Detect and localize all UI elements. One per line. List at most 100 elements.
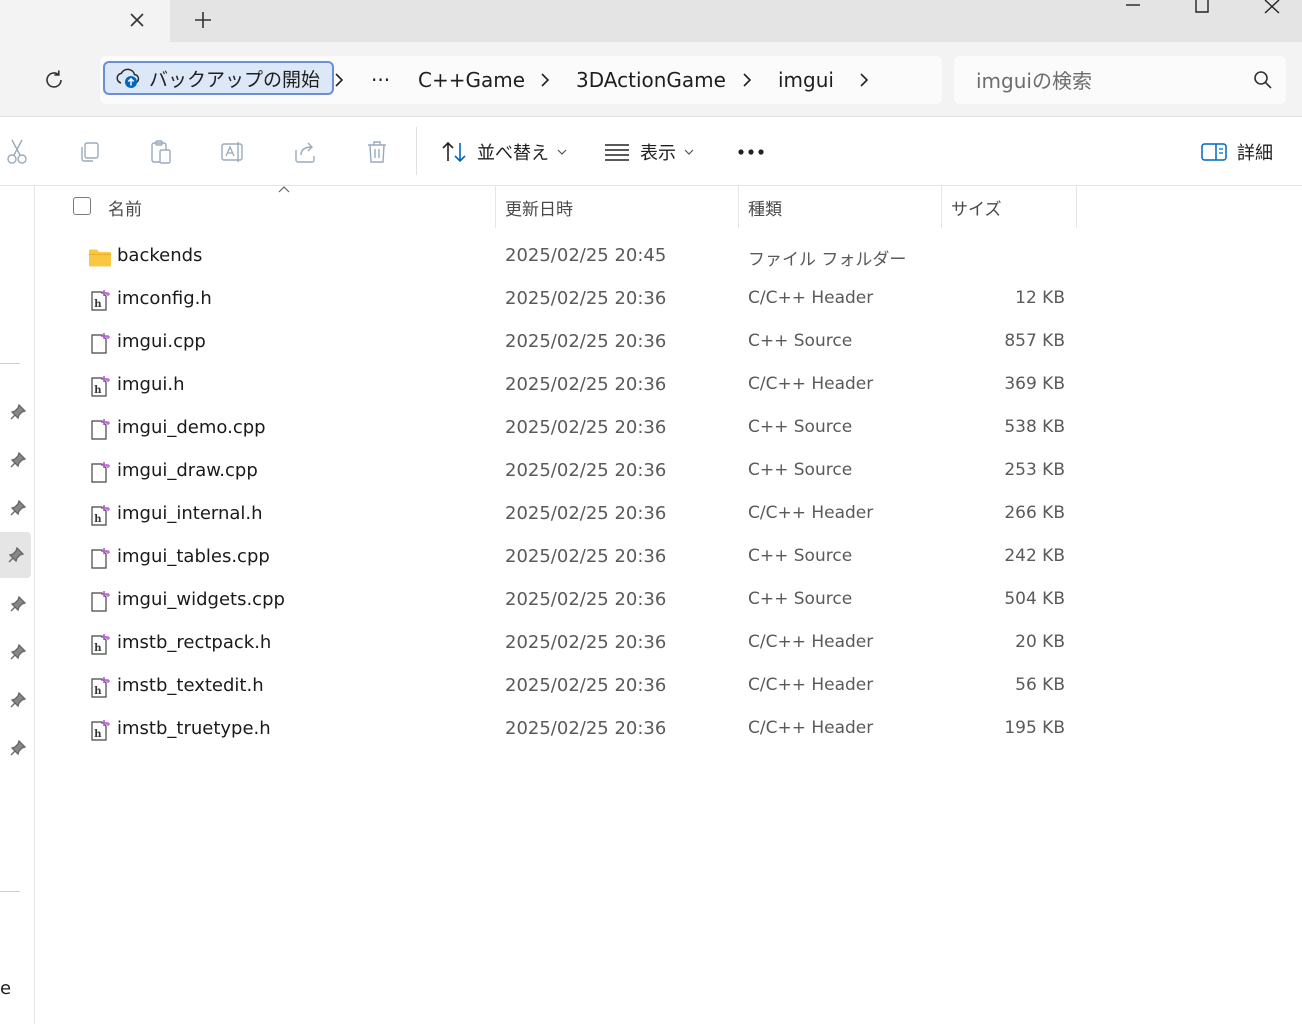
breadcrumb-item-imgui[interactable]: imgui <box>778 66 834 94</box>
file-row[interactable]: imgui_tables.cpp 2025/02/25 20:36 C++ Sour… <box>36 537 1286 580</box>
chevron-right-icon <box>743 73 752 87</box>
file-type: C++ Source <box>748 460 853 480</box>
file-type: C++ Source <box>748 331 853 351</box>
file-row[interactable]: h imstb_textedit.h 2025/02/25 20:36 C/C++ H… <box>36 666 1286 709</box>
chevron-down-icon <box>684 149 694 155</box>
maximize-button[interactable] <box>1172 0 1232 16</box>
address-row: バックアップの開始 ··· C++Game 3DActionGame imgui <box>0 42 1302 117</box>
nav-item-pinned[interactable] <box>8 450 28 470</box>
file-row[interactable]: imgui_widgets.cpp 2025/02/25 20:36 C++ Sou… <box>36 580 1286 623</box>
close-window-button[interactable] <box>1242 0 1302 16</box>
file-size: 20 KB <box>1015 632 1065 652</box>
explorer-tab[interactable] <box>0 0 170 42</box>
file-row[interactable]: backends 2025/02/25 20:45 ファイル フォルダー <box>36 236 1286 279</box>
cut-button[interactable] <box>3 138 31 166</box>
sort-label: 並べ替え <box>477 143 549 164</box>
file-type: C/C++ Header <box>748 632 874 652</box>
nav-item-pinned[interactable] <box>8 642 28 662</box>
search-input[interactable] <box>974 66 1238 96</box>
refresh-button[interactable] <box>38 64 70 96</box>
breadcrumb-item-3dactiongame[interactable]: 3DActionGame <box>576 66 726 94</box>
details-pane-icon <box>1201 143 1227 161</box>
view-button[interactable]: 表示 <box>604 135 694 169</box>
source-file-icon <box>88 590 112 614</box>
file-row[interactable]: imgui.cpp 2025/02/25 20:36 C++ Source 857 K… <box>36 322 1286 365</box>
refresh-icon <box>46 70 62 88</box>
file-date: 2025/02/25 20:36 <box>505 417 667 438</box>
file-name: imstb_textedit.h <box>117 675 264 696</box>
view-label: 表示 <box>640 143 676 164</box>
details-pane-button[interactable]: 詳細 <box>1201 135 1273 169</box>
file-name: imstb_rectpack.h <box>117 632 272 653</box>
file-row[interactable]: imgui_draw.cpp 2025/02/25 20:36 C++ Source… <box>36 451 1286 494</box>
column-header-size[interactable]: サイズ <box>951 186 1002 228</box>
nav-item-label-truncated[interactable]: e <box>0 978 11 999</box>
share-icon <box>295 142 315 163</box>
source-file-icon <box>88 461 112 485</box>
nav-divider <box>0 363 20 364</box>
rename-button[interactable] <box>219 138 247 166</box>
pin-icon <box>10 500 26 516</box>
search-icon[interactable] <box>1252 69 1274 91</box>
breadcrumb-overflow[interactable]: ··· <box>371 66 390 94</box>
breadcrumb-chevron[interactable] <box>737 70 757 90</box>
share-button[interactable] <box>291 138 319 166</box>
file-name: imstb_truetype.h <box>117 718 271 739</box>
pin-icon <box>8 547 24 563</box>
rename-icon <box>221 142 243 162</box>
breadcrumb-chevron[interactable] <box>854 70 874 90</box>
delete-button[interactable] <box>363 138 391 166</box>
plus-icon <box>195 12 211 28</box>
nav-item-selected[interactable] <box>0 532 31 578</box>
file-type: C++ Source <box>748 589 853 609</box>
tab-close-button[interactable] <box>122 5 152 35</box>
sort-icon <box>442 141 466 163</box>
search-box[interactable] <box>954 56 1286 104</box>
file-date: 2025/02/25 20:36 <box>505 632 667 653</box>
nav-item-pinned[interactable] <box>8 498 28 518</box>
nav-item-pinned[interactable] <box>8 690 28 710</box>
column-header-type[interactable]: 種類 <box>748 186 782 228</box>
new-tab-button[interactable] <box>186 5 220 35</box>
file-row[interactable]: h imgui.h 2025/02/25 20:36 C/C++ Header 369 … <box>36 365 1286 408</box>
select-all-checkbox[interactable] <box>73 197 91 215</box>
svg-text:h: h <box>94 686 102 697</box>
more-options-button[interactable] <box>737 135 765 169</box>
file-date: 2025/02/25 20:36 <box>505 374 667 395</box>
backup-start-button[interactable]: バックアップの開始 <box>103 61 335 95</box>
file-row[interactable]: h imconfig.h 2025/02/25 20:36 C/C++ Header 1… <box>36 279 1286 322</box>
copy-button[interactable] <box>75 138 103 166</box>
file-size: 242 KB <box>1004 546 1065 566</box>
sort-button[interactable]: 並べ替え <box>441 135 567 169</box>
column-separator[interactable] <box>495 186 496 228</box>
paste-icon <box>151 140 171 164</box>
paste-button[interactable] <box>147 138 175 166</box>
nav-item-pinned[interactable] <box>8 594 28 614</box>
file-row[interactable]: imgui_demo.cpp 2025/02/25 20:36 C++ Source… <box>36 408 1286 451</box>
breadcrumb-chevron[interactable] <box>329 70 349 90</box>
more-icon <box>738 149 764 155</box>
file-date: 2025/02/25 20:36 <box>505 503 667 524</box>
nav-item-pinned[interactable] <box>8 402 28 422</box>
address-bar[interactable]: バックアップの開始 ··· C++Game 3DActionGame imgui <box>100 56 942 104</box>
breadcrumb-chevron[interactable] <box>535 70 555 90</box>
column-separator[interactable] <box>941 186 942 228</box>
column-header-name[interactable]: 名前 <box>108 186 142 228</box>
file-row[interactable]: h imgui_internal.h 2025/02/25 20:36 C/C++ H… <box>36 494 1286 537</box>
breadcrumb-item-cppgame[interactable]: C++Game <box>418 66 525 94</box>
file-row[interactable]: h imstb_truetype.h 2025/02/25 20:36 C/C++ H… <box>36 709 1286 752</box>
sort-ascending-icon <box>278 186 290 193</box>
command-bar: 並べ替え 表示 詳細 <box>0 117 1302 186</box>
chevron-right-icon <box>860 73 869 87</box>
nav-item-pinned[interactable] <box>8 738 28 758</box>
column-header-date[interactable]: 更新日時 <box>505 186 573 228</box>
column-separator[interactable] <box>738 186 739 228</box>
file-size: 369 KB <box>1004 374 1065 394</box>
file-row[interactable]: h imstb_rectpack.h 2025/02/25 20:36 C/C++ H… <box>36 623 1286 666</box>
minimize-button[interactable] <box>1103 0 1163 16</box>
file-name: imgui_demo.cpp <box>117 417 266 438</box>
file-size: 12 KB <box>1015 288 1065 308</box>
column-separator[interactable] <box>1076 186 1077 228</box>
file-date: 2025/02/25 20:36 <box>505 675 667 696</box>
cloud-upload-icon <box>116 68 140 88</box>
